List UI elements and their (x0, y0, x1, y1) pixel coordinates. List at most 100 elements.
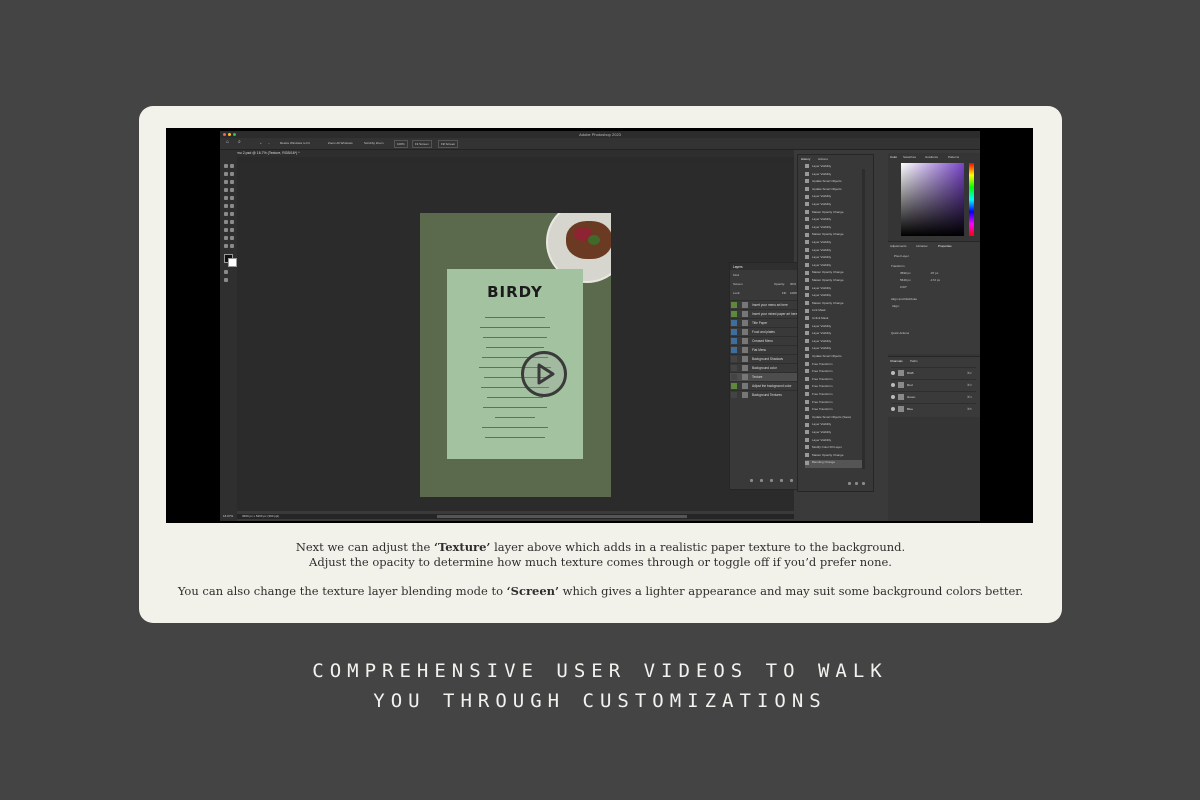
zoom-tool-icon[interactable]: ⌕ (238, 139, 241, 145)
zoom-all-checkbox[interactable]: Zoom All Windows (328, 141, 353, 145)
history-item[interactable]: Free Transform (805, 400, 865, 408)
history-scrollbar[interactable] (862, 169, 865, 469)
history-item[interactable]: Free Transform (805, 362, 865, 370)
width-input[interactable]: 3599 px (900, 271, 911, 275)
history-item[interactable]: Layer Visibility (805, 263, 865, 271)
visibility-eye-icon[interactable] (731, 329, 737, 335)
history-item[interactable]: Layer Visibility (805, 286, 865, 294)
history-item[interactable]: Layer Visibility (805, 164, 865, 172)
history-item[interactable]: Master Opacity Change (805, 210, 865, 218)
play-button[interactable] (521, 351, 567, 397)
eraser-tool-icon[interactable] (230, 204, 234, 208)
horizontal-scrollbar[interactable] (237, 514, 794, 519)
layers-tab[interactable]: Layers (733, 265, 743, 269)
fx-icon[interactable] (760, 479, 763, 482)
history-item[interactable]: Layer Visibility (805, 331, 865, 339)
history-item[interactable]: Modify Color Fill Layer (805, 445, 865, 453)
camera-icon[interactable] (855, 482, 858, 485)
visibility-eye-icon[interactable] (731, 383, 737, 389)
history-item[interactable]: Master Opacity Change (805, 232, 865, 240)
history-item[interactable]: Layer Visibility (805, 438, 865, 446)
history-item[interactable]: Update Smart Objects (Save) (805, 415, 865, 423)
history-trash-icon[interactable] (862, 482, 865, 485)
snapshot-icon[interactable] (848, 482, 851, 485)
type-tool-icon[interactable] (224, 228, 228, 232)
move-tool-icon[interactable] (224, 164, 228, 168)
history-item[interactable]: Blending Change (805, 460, 865, 468)
screen-mode-icon[interactable] (224, 278, 228, 282)
resize-windows-checkbox[interactable]: Resize Windows to Fit (280, 141, 310, 145)
gradient-tool-icon[interactable] (224, 212, 228, 216)
path-select-icon[interactable] (230, 228, 234, 232)
history-item[interactable]: Layer Visibility (805, 217, 865, 225)
scrubby-zoom-checkbox[interactable]: Scrubby Zoom (364, 141, 384, 145)
channel-visibility-icon[interactable] (891, 383, 895, 387)
history-item[interactable]: Master Opacity Change (805, 301, 865, 309)
height-input[interactable]: 5649 px (900, 278, 911, 282)
align-section[interactable]: Align and Distribute (891, 297, 917, 301)
history-item[interactable]: Layer Visibility (805, 255, 865, 263)
history-item[interactable]: Update Smart Objects (805, 179, 865, 187)
adjustment-layer-icon[interactable] (780, 479, 783, 482)
marquee-tool-icon[interactable] (230, 172, 234, 176)
x-input[interactable]: -97 px (930, 271, 938, 275)
visibility-eye-icon[interactable] (731, 392, 737, 398)
history-item[interactable]: Layer Visibility (805, 202, 865, 210)
channels-tab[interactable]: Channels (890, 359, 903, 363)
history-tab[interactable]: History (801, 157, 810, 161)
blend-mode-select[interactable]: Screen (733, 282, 743, 286)
history-item[interactable]: Master Opacity Change (805, 453, 865, 461)
fit-screen-button[interactable]: Fit Screen (412, 140, 432, 148)
history-item[interactable]: Layer Visibility (805, 346, 865, 354)
brush-tool-icon[interactable] (224, 196, 228, 200)
new-group-icon[interactable] (790, 479, 793, 482)
fill-screen-button[interactable]: Fill Screen (438, 140, 459, 148)
channel-row[interactable]: RGB ⌘2 (891, 367, 976, 378)
history-item[interactable]: Layer Visibility (805, 293, 865, 301)
history-item[interactable]: Layer Visibility (805, 339, 865, 347)
blur-tool-icon[interactable] (230, 212, 234, 216)
channel-visibility-icon[interactable] (891, 407, 895, 411)
patterns-tab[interactable]: Patterns (948, 155, 959, 159)
zoom-value-field[interactable]: 100% (394, 140, 408, 148)
channel-visibility-icon[interactable] (891, 371, 895, 375)
history-item[interactable]: Unlink Mask (805, 316, 865, 324)
history-item[interactable]: Master Opacity Change (805, 278, 865, 286)
visibility-eye-icon[interactable] (731, 356, 737, 362)
stamp-tool-icon[interactable] (230, 196, 234, 200)
paths-tab[interactable]: Paths (910, 359, 918, 363)
actions-tab[interactable]: Actions (818, 157, 828, 161)
visibility-eye-icon[interactable] (731, 302, 737, 308)
background-color-swatch[interactable] (228, 258, 237, 267)
visibility-eye-icon[interactable] (731, 311, 737, 317)
home-icon[interactable]: ⌂ (226, 139, 229, 145)
history-item[interactable]: Layer Visibility (805, 194, 865, 202)
history-item[interactable]: Layer Visibility (805, 430, 865, 438)
visibility-eye-icon[interactable] (731, 320, 737, 326)
history-item[interactable]: Layer Visibility (805, 240, 865, 248)
swatches-tab[interactable]: Swatches (903, 155, 916, 159)
heal-tool-icon[interactable] (230, 188, 234, 192)
opacity-input[interactable]: 30% (790, 282, 796, 286)
transform-section[interactable]: Transform (891, 264, 905, 268)
layer-filter-select[interactable]: Kind (733, 273, 739, 277)
lasso-tool-icon[interactable] (224, 172, 228, 176)
history-item[interactable]: Link Mask (805, 308, 865, 316)
eyedropper-tool-icon[interactable] (224, 188, 228, 192)
history-item[interactable]: Master Opacity Change (805, 270, 865, 278)
dodge-tool-icon[interactable] (224, 220, 228, 224)
pen-tool-icon[interactable] (230, 220, 234, 224)
history-item[interactable]: Layer Visibility (805, 422, 865, 430)
shape-tool-icon[interactable] (224, 236, 228, 240)
history-item[interactable]: Free Transform (805, 392, 865, 400)
crop-tool-icon[interactable] (224, 180, 228, 184)
visibility-eye-icon[interactable] (731, 374, 737, 380)
quick-mask-icon[interactable] (224, 270, 228, 274)
document-tab[interactable]: Menu 2.psd @ 16.7% (Texture, RGB/16*) * (229, 150, 794, 157)
visibility-eye-icon[interactable] (731, 347, 737, 353)
history-item[interactable]: Free Transform (805, 377, 865, 385)
frame-tool-icon[interactable] (230, 180, 234, 184)
adjustments-tab[interactable]: Adjustments (890, 244, 907, 248)
zoom-out-icon[interactable]: − (268, 141, 270, 145)
canvas-area[interactable]: BIRDY Layers Kind Screen Opacity: 30% Lo… (237, 162, 813, 511)
